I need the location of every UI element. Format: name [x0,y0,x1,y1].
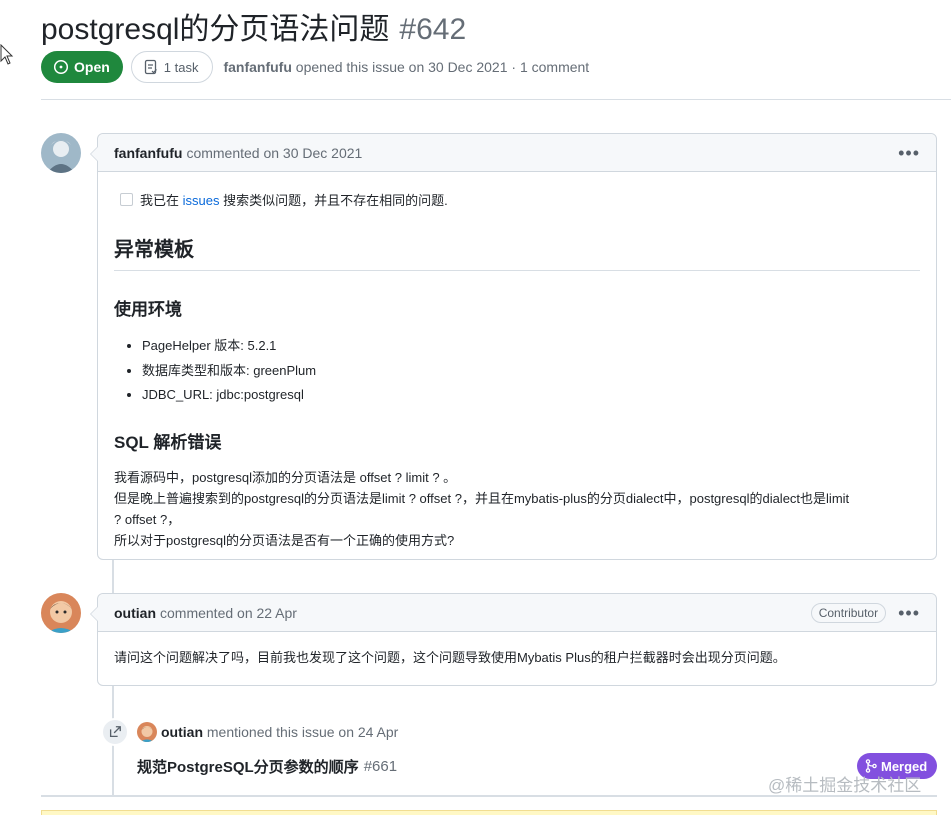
issues-link[interactable]: issues [183,193,220,208]
issue-state-label: Open [74,59,110,75]
task-text-before: 我已在 [140,193,180,208]
issue-number: #642 [399,13,467,46]
mention-text: outian mentioned this issue on 24 Apr [161,724,398,740]
mouse-cursor-icon [0,44,14,65]
issue-meta: Open 1 task fanfanfufu opened this issue… [41,51,589,83]
comment-header: outian commented on 22 Apr Contributor •… [98,594,936,632]
comment-options-icon[interactable]: ••• [898,144,920,162]
tasks-label: 1 task [163,59,199,75]
cross-reference-icon [101,718,129,746]
comment-fanfanfufu: fanfanfufu commented on 30 Dec 2021 ••• … [90,133,937,560]
mention-author[interactable]: outian [161,724,203,740]
paragraph-line: 所以对于postgresql的分页语法是否有一个正确的使用方式? [114,532,455,548]
comment-options-icon[interactable]: ••• [898,604,920,622]
bottom-notice-bar [41,810,937,815]
referenced-pr-number: #661 [363,758,398,775]
comment-timestamp[interactable]: commented on 30 Dec 2021 [186,145,362,161]
list-item: JDBC_URL: jdbc:postgresql [142,383,920,408]
comment-author[interactable]: fanfanfufu [114,145,182,161]
comment-timestamp[interactable]: commented on 22 Apr [160,605,297,621]
avatar-outian[interactable] [41,593,81,633]
issue-opened-icon [53,59,69,75]
comment-outian: outian commented on 22 Apr Contributor •… [90,593,937,686]
watermark: @稀土掘金技术社区 [768,776,922,795]
contributor-badge: Contributor [810,602,887,623]
issue-opened-detail: opened this issue on 30 Dec 2021 · 1 com… [295,59,590,75]
heading-sql-error: SQL 解析错误 [114,432,222,452]
issue-author-link[interactable]: fanfanfufu [223,59,291,75]
paragraph-line: ? offset ?， [114,511,181,527]
task-text-after: 搜索类似问题，并且不存在相同的问题. [223,193,448,208]
comment-header: fanfanfufu commented on 30 Dec 2021 ••• [98,134,936,172]
avatar-fanfanfufu[interactable] [41,133,81,173]
checklist-icon [144,59,157,75]
comment-body: 我已在 issues 搜索类似问题，并且不存在相同的问题. 异常模板 使用环境 … [98,172,936,567]
issue-header: postgresql的分页语法问题 #642 [41,4,951,48]
comment-author[interactable]: outian [114,605,156,621]
heading-environment: 使用环境 [114,300,182,319]
heading-exception-template: 异常模板 [114,233,920,271]
list-item: 数据库类型和版本: greenPlum [142,359,920,384]
avatar-outian-small[interactable] [137,722,157,742]
task-checkbox[interactable] [120,193,133,206]
sql-paragraph: 我看源码中，postgresql添加的分页语法是 offset ? limit … [114,467,920,551]
paragraph-line: 但是晚上普遍搜索到的postgresql的分页语法是limit ? offset… [114,490,850,506]
comment-text: 请问这个问题解决了吗，目前我也发现了这个问题，这个问题导致使用Mybatis P… [114,650,786,665]
referenced-pr[interactable]: 规范PostgreSQL分页参数的顺序 #661 [137,756,397,777]
issue-opened-text: fanfanfufu opened this issue on 30 Dec 2… [223,59,589,75]
header-divider [41,99,951,100]
issue-title: postgresql的分页语法问题 [41,13,390,46]
comment-body: 请问这个问题解决了吗，目前我也发现了这个问题，这个问题导致使用Mybatis P… [98,632,936,682]
environment-list: PageHelper 版本: 5.2.1 数据库类型和版本: greenPlum… [142,334,920,408]
referenced-pr-title[interactable]: 规范PostgreSQL分页参数的顺序 [137,756,359,777]
issue-state-badge: Open [41,51,123,83]
task-item: 我已在 issues 搜索类似问题，并且不存在相同的问题. [120,190,920,209]
tasks-button[interactable]: 1 task [130,51,214,83]
mention-event: outian mentioned this issue on 24 Apr [101,718,398,746]
list-item: PageHelper 版本: 5.2.1 [142,334,920,359]
paragraph-line: 我看源码中，postgresql添加的分页语法是 offset ? limit … [114,469,457,485]
mention-detail: mentioned this issue on 24 Apr [206,724,399,740]
